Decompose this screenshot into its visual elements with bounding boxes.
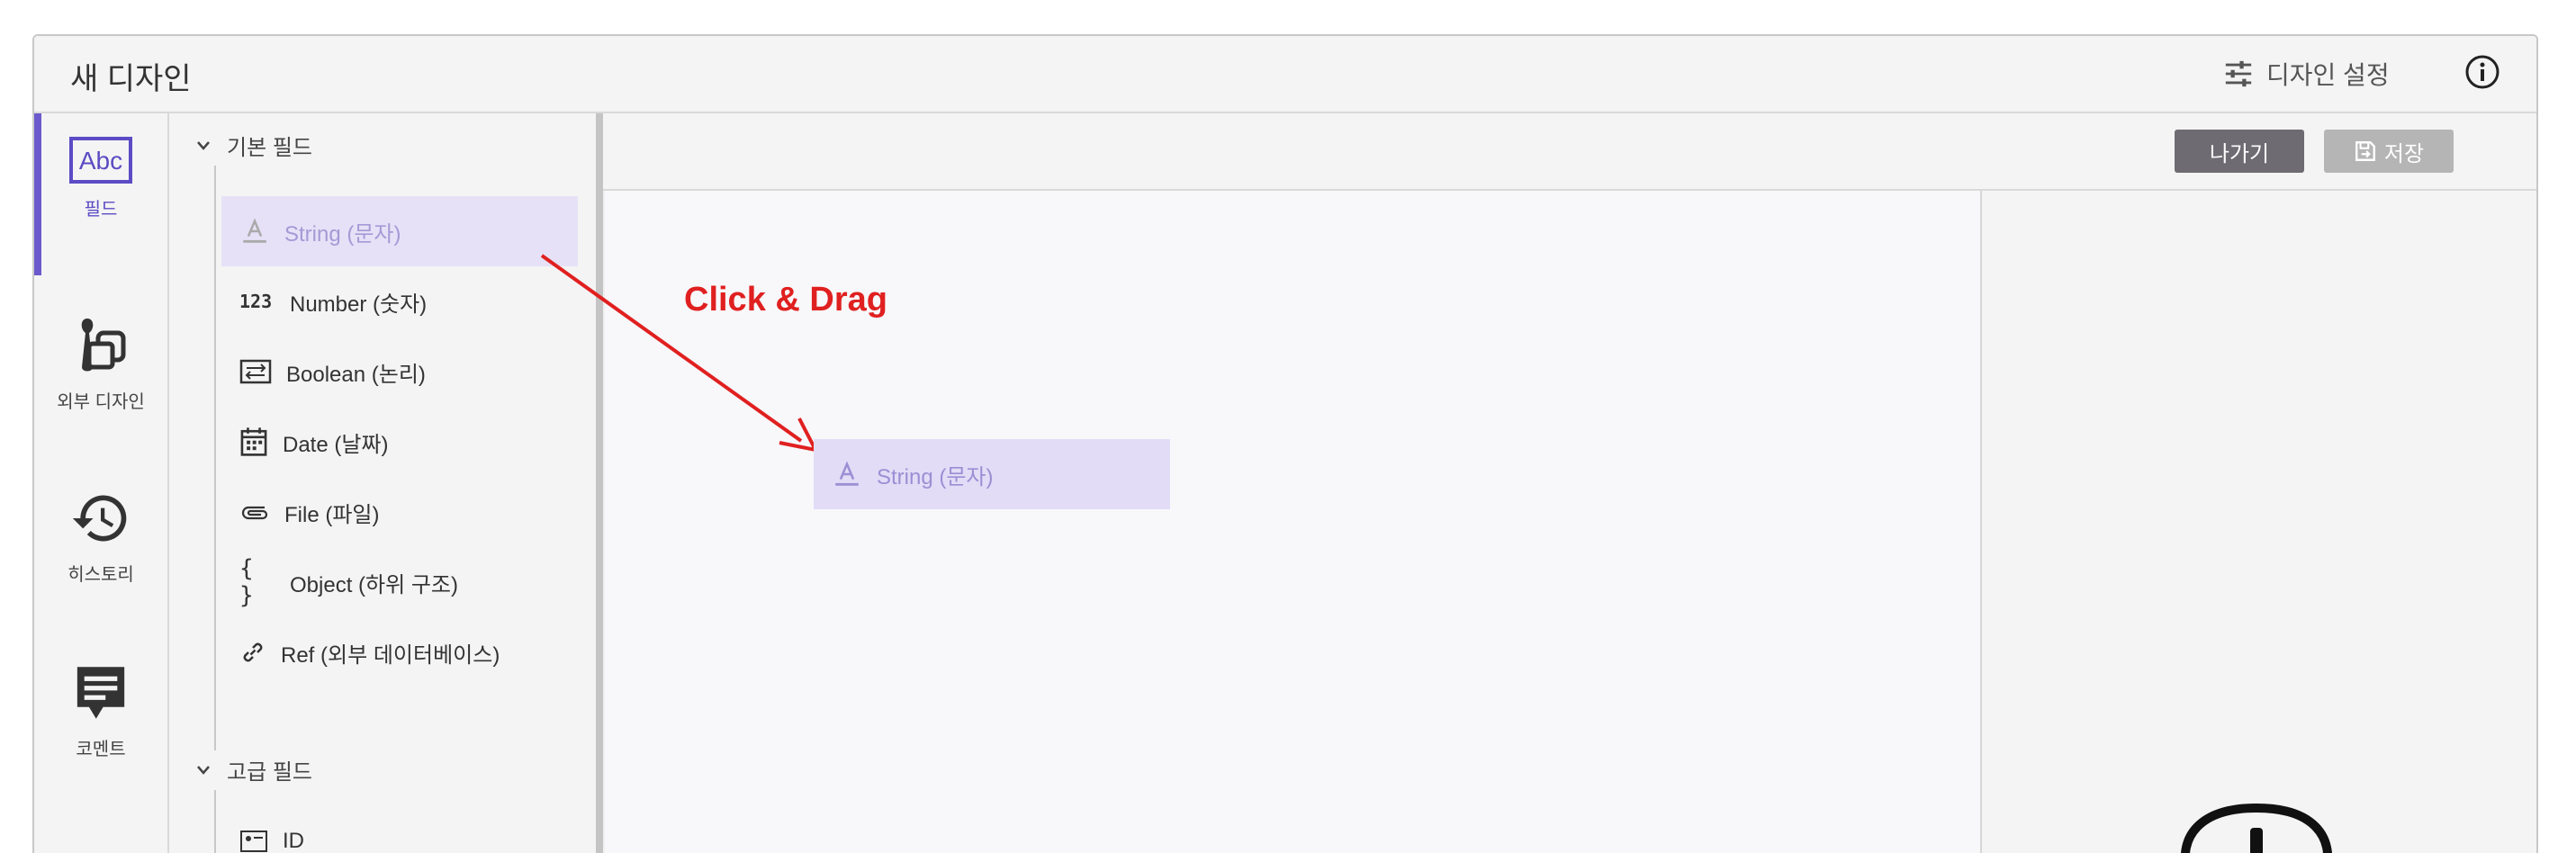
- drag-instruction-label: Click & Drag: [684, 281, 887, 319]
- drag-ghost-label: String (문자): [877, 464, 994, 489]
- drag-ghost-string-field[interactable]: String (문자): [814, 439, 1170, 509]
- drag-arrow: [540, 254, 819, 453]
- text-a-icon: [835, 461, 859, 486]
